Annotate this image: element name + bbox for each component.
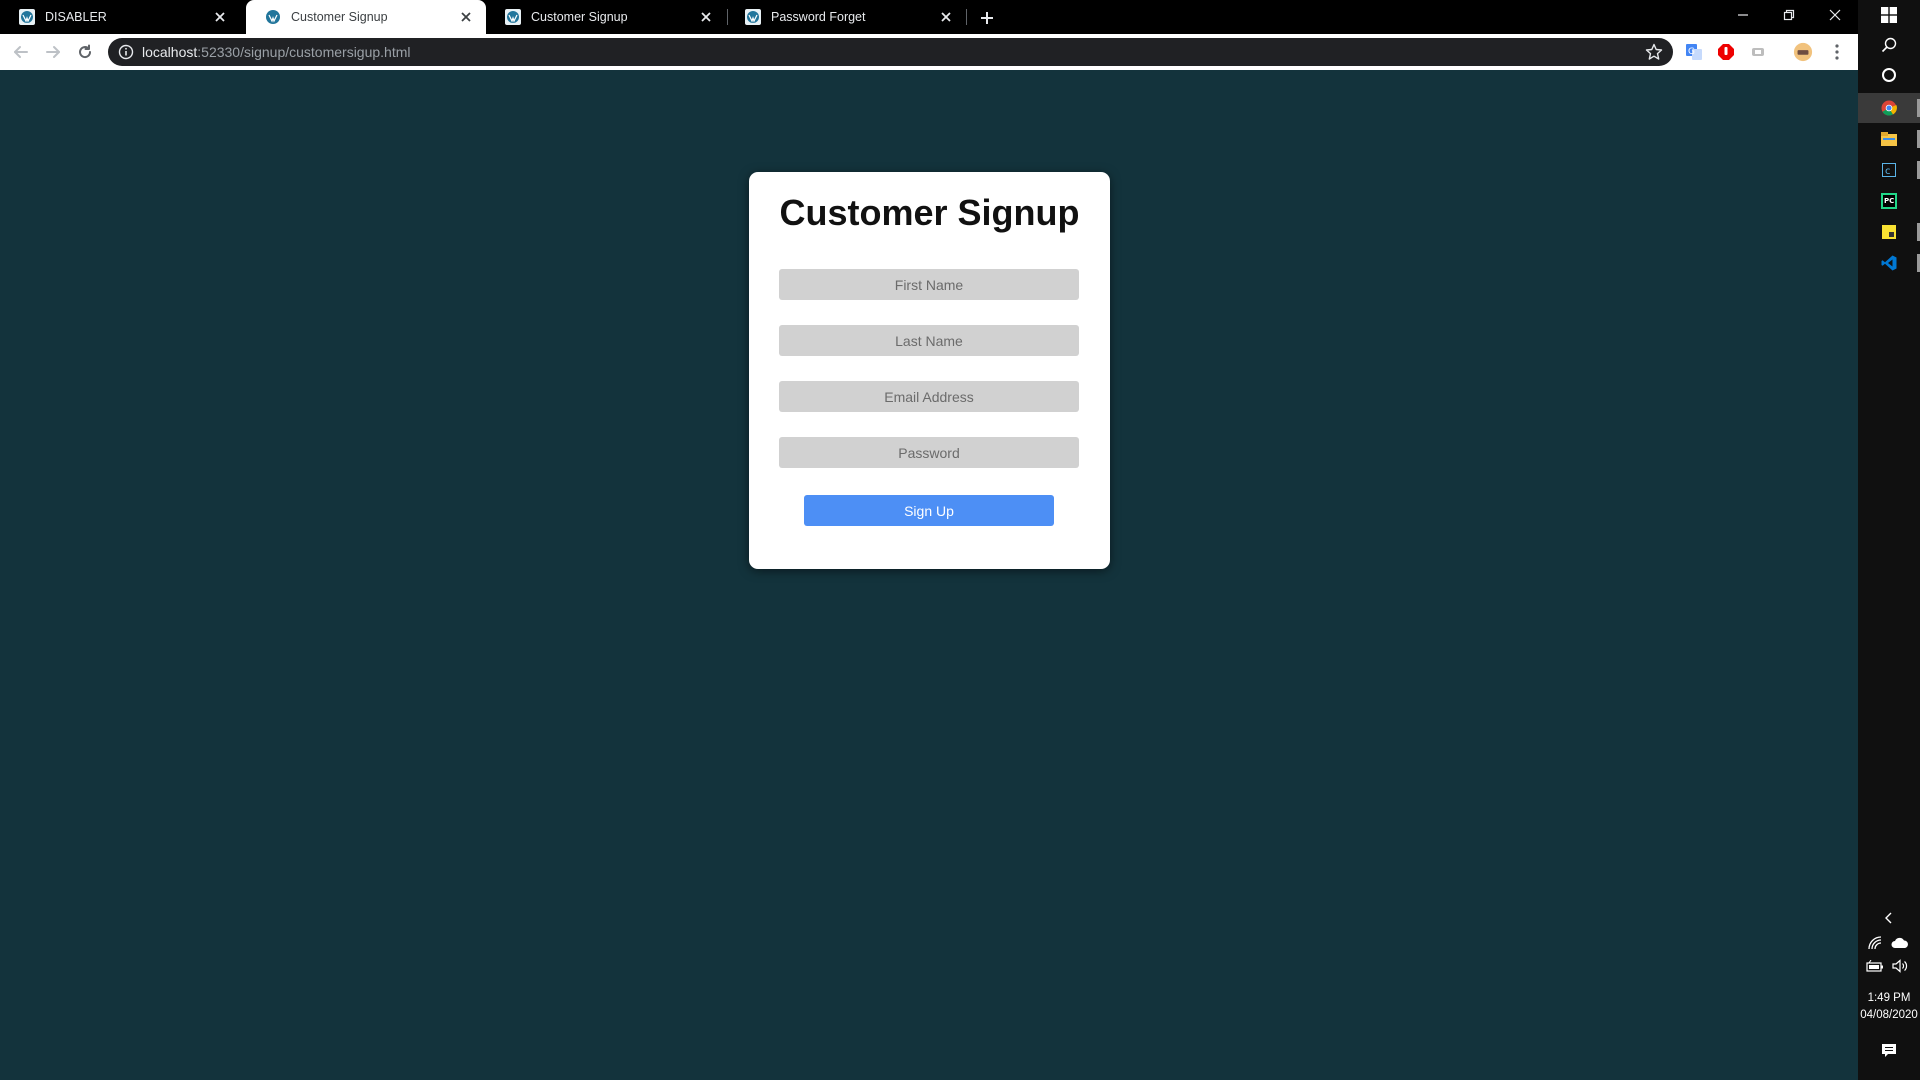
site-favicon-icon — [265, 9, 281, 25]
clock-time: 1:49 PM — [1867, 992, 1911, 1004]
taskbar-file-explorer[interactable] — [1858, 124, 1920, 154]
tab-disabler[interactable]: DISABLER — [0, 0, 240, 34]
new-tab-button[interactable] — [975, 6, 999, 30]
onedrive-cloud-icon — [1891, 937, 1908, 948]
tab-close-icon[interactable] — [210, 7, 230, 27]
cortana-icon — [1882, 68, 1896, 82]
calculator-icon: c — [1882, 163, 1896, 177]
tab-strip: DISABLER Customer Signup Customer Signup… — [0, 0, 1858, 34]
tab-password-forget[interactable]: Password Forget — [726, 0, 966, 34]
reload-button[interactable] — [73, 40, 97, 64]
site-favicon-icon — [745, 9, 761, 25]
address-bar[interactable]: localhost:52330/signup/customersigup.htm… — [108, 38, 1673, 66]
minimize-icon — [1738, 14, 1748, 16]
speaker-icon — [1892, 959, 1908, 973]
taskbar-vscode[interactable] — [1858, 248, 1920, 278]
url-path: :52330/signup/customersigup.html — [197, 44, 411, 60]
svg-text:c: c — [1885, 166, 1891, 177]
cortana-button[interactable] — [1858, 60, 1920, 90]
chrome-icon — [1881, 100, 1897, 116]
taskbar-clock[interactable]: 1:49 PM 04/08/2020 — [1858, 990, 1920, 1024]
plus-icon — [981, 12, 993, 24]
arrow-right-icon — [46, 46, 60, 58]
pycharm-icon: PC — [1881, 193, 1897, 209]
action-center-button[interactable] — [1880, 1042, 1898, 1060]
tab-title: Customer Signup — [291, 10, 388, 24]
wifi-icon — [1868, 936, 1882, 950]
search-button[interactable] — [1858, 30, 1920, 60]
onedrive-tray[interactable] — [1891, 934, 1909, 952]
tab-customer-signup-active[interactable]: Customer Signup — [246, 0, 486, 34]
password-input[interactable] — [779, 437, 1079, 468]
taskbar-chrome[interactable] — [1858, 93, 1920, 123]
restore-icon — [1783, 9, 1795, 21]
google-translate-icon[interactable]: G — [1684, 42, 1704, 62]
page-title: Customer Signup — [779, 192, 1080, 233]
network-tray[interactable] — [1867, 934, 1885, 952]
vscode-icon — [1881, 255, 1897, 271]
site-favicon-icon — [19, 9, 35, 25]
volume-tray[interactable] — [1891, 957, 1909, 975]
first-name-input[interactable] — [779, 269, 1079, 300]
site-favicon-icon — [505, 9, 521, 25]
kebab-menu-icon[interactable] — [1827, 42, 1847, 62]
search-icon — [1881, 37, 1897, 53]
tab-close-icon[interactable] — [456, 7, 476, 27]
restore-button[interactable] — [1766, 0, 1812, 30]
back-button[interactable] — [9, 40, 33, 64]
star-icon[interactable] — [1645, 43, 1663, 61]
taskbar-sticky-notes[interactable] — [1858, 217, 1920, 247]
close-window-button[interactable] — [1812, 0, 1858, 30]
forward-button[interactable] — [41, 40, 65, 64]
taskbar-calculator[interactable]: c — [1858, 155, 1920, 185]
show-hidden-icons-button[interactable] — [1880, 909, 1898, 927]
windows-start-icon — [1881, 7, 1897, 23]
file-explorer-icon — [1881, 132, 1897, 146]
tab-close-icon[interactable] — [936, 7, 956, 27]
clock-date: 04/08/2020 — [1860, 1009, 1918, 1021]
tab-title: Customer Signup — [531, 10, 628, 24]
svg-text:G: G — [1688, 47, 1695, 57]
page-viewport: Customer Signup Sign Up — [0, 70, 1858, 1080]
tab-customer-signup[interactable]: Customer Signup — [486, 0, 726, 34]
tab-separator — [966, 9, 967, 25]
reload-icon — [79, 44, 92, 59]
tab-title: Password Forget — [771, 10, 866, 24]
extension-icon[interactable] — [1748, 42, 1768, 62]
minimize-button[interactable] — [1720, 0, 1766, 30]
sticky-notes-icon — [1882, 225, 1896, 239]
browser-window: DISABLER Customer Signup Customer Signup… — [0, 0, 1858, 1080]
notification-icon — [1882, 1044, 1896, 1057]
tab-title: DISABLER — [45, 10, 107, 24]
battery-tray[interactable] — [1866, 957, 1884, 975]
start-button[interactable] — [1858, 0, 1920, 30]
email-input[interactable] — [779, 381, 1079, 412]
battery-charging-icon — [1866, 960, 1883, 972]
taskbar-pycharm[interactable]: PC — [1858, 186, 1920, 216]
profile-avatar-icon[interactable] — [1793, 42, 1813, 62]
url-host: localhost — [142, 44, 198, 60]
svg-text:PC: PC — [1884, 197, 1894, 205]
signup-card: Customer Signup Sign Up — [749, 172, 1110, 569]
windows-taskbar: c PC 1:49 PM 04/08/2020 — [1858, 0, 1920, 1080]
close-icon — [1829, 9, 1841, 21]
sign-up-button[interactable]: Sign Up — [804, 495, 1054, 526]
tab-close-icon[interactable] — [696, 7, 716, 27]
arrow-left-icon — [14, 46, 28, 58]
adblock-icon[interactable] — [1716, 42, 1736, 62]
last-name-input[interactable] — [779, 325, 1079, 356]
info-icon[interactable] — [118, 44, 134, 60]
browser-toolbar: localhost:52330/signup/customersigup.htm… — [0, 34, 1858, 70]
chevron-left-icon — [1885, 912, 1892, 924]
